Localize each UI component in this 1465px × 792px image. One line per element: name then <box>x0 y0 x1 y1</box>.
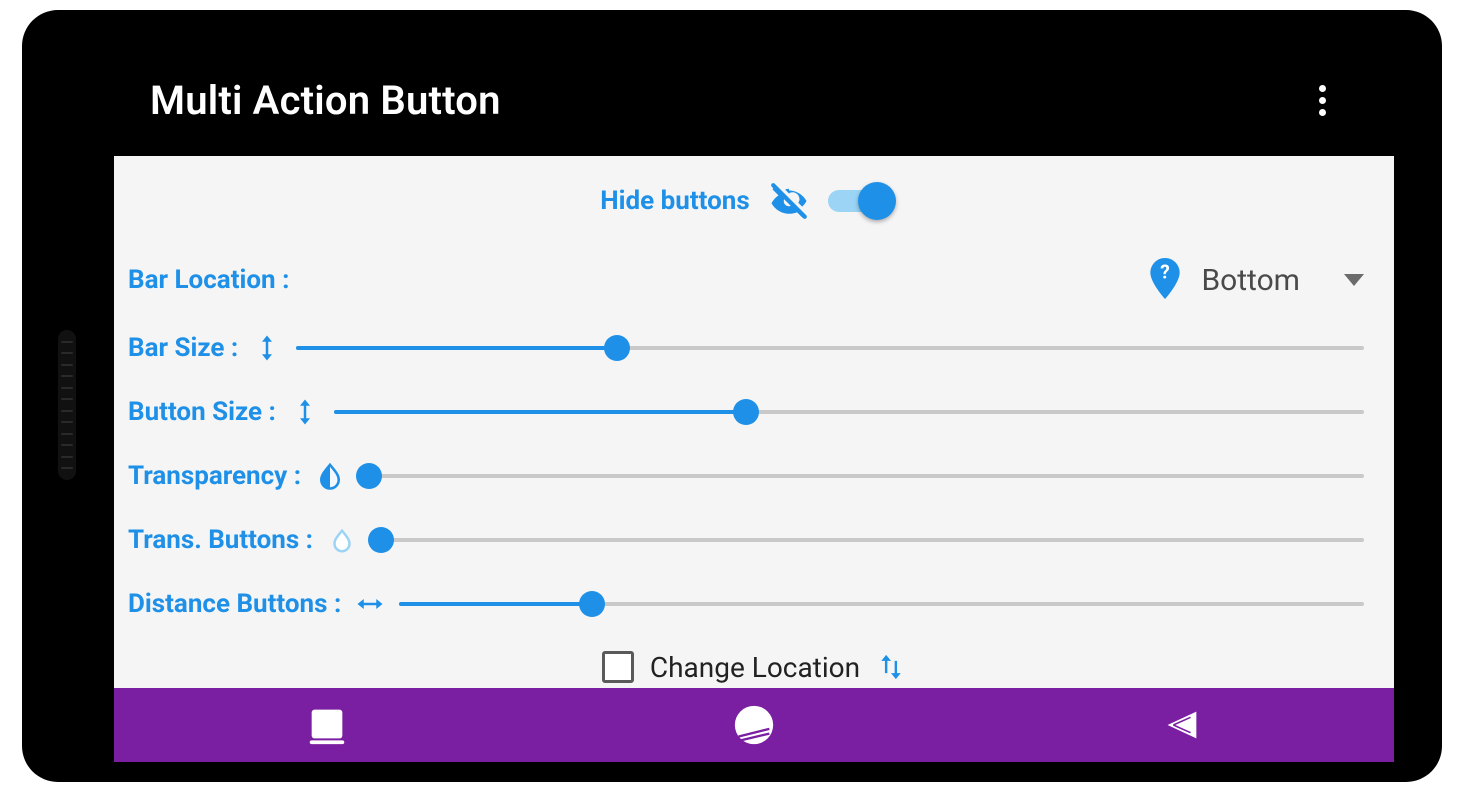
droplet-outline-icon <box>327 525 357 555</box>
transparency-label: Transparency : <box>128 461 301 491</box>
distance-buttons-label: Distance Buttons : <box>128 589 341 619</box>
distance-buttons-slider[interactable] <box>399 589 1364 619</box>
app-screen: Hide buttons Bar Location : ? <box>114 156 1394 762</box>
settings-content: Hide buttons Bar Location : ? <box>114 156 1394 636</box>
chevron-down-icon <box>1344 274 1364 286</box>
eye-off-icon <box>768 180 810 222</box>
device-speaker <box>58 330 76 480</box>
more-options-button[interactable] <box>1298 76 1346 124</box>
nav-home-button[interactable] <box>731 702 777 748</box>
nav-bar <box>114 688 1394 762</box>
bar-size-label: Bar Size : <box>128 333 238 363</box>
bar-location-value: Bottom <box>1201 263 1300 298</box>
horizontal-arrows-icon <box>355 589 385 619</box>
change-location-row: Change Location <box>114 650 1394 684</box>
button-size-label: Button Size : <box>128 397 276 427</box>
nav-recent-button[interactable] <box>304 702 350 748</box>
distance-buttons-row: Distance Buttons : <box>128 572 1364 636</box>
bar-size-slider[interactable] <box>296 333 1364 363</box>
vertical-arrows-icon <box>290 397 320 427</box>
app-bar: Multi Action Button <box>114 50 1382 150</box>
device-frame: Multi Action Button Hide buttons Bar Loc… <box>22 10 1442 782</box>
swap-vertical-icon <box>876 650 906 684</box>
change-location-label: Change Location <box>650 651 860 684</box>
button-size-slider[interactable] <box>334 397 1364 427</box>
app-title: Multi Action Button <box>114 77 501 124</box>
vertical-arrows-icon <box>252 333 282 363</box>
button-size-row: Button Size : <box>128 380 1364 444</box>
hide-buttons-toggle[interactable] <box>828 190 892 212</box>
bar-size-row: Bar Size : <box>128 316 1364 380</box>
trans-buttons-slider[interactable] <box>371 525 1364 555</box>
bar-location-label: Bar Location : <box>128 265 289 295</box>
droplet-half-icon <box>315 461 345 491</box>
change-location-checkbox[interactable] <box>602 651 634 683</box>
trans-buttons-label: Trans. Buttons : <box>128 525 313 555</box>
toggle-knob <box>858 182 896 220</box>
nav-back-button[interactable] <box>1158 702 1204 748</box>
transparency-row: Transparency : <box>128 444 1364 508</box>
trans-buttons-row: Trans. Buttons : <box>128 508 1364 572</box>
svg-text:?: ? <box>1161 261 1170 284</box>
bar-location-dropdown[interactable]: Bottom <box>1201 263 1364 298</box>
transparency-slider[interactable] <box>359 461 1364 491</box>
bar-location-row: Bar Location : ? Bottom <box>128 250 1364 310</box>
hide-buttons-row: Hide buttons <box>128 180 1364 222</box>
help-pin-icon[interactable]: ? <box>1147 258 1183 302</box>
hide-buttons-label: Hide buttons <box>600 186 749 216</box>
